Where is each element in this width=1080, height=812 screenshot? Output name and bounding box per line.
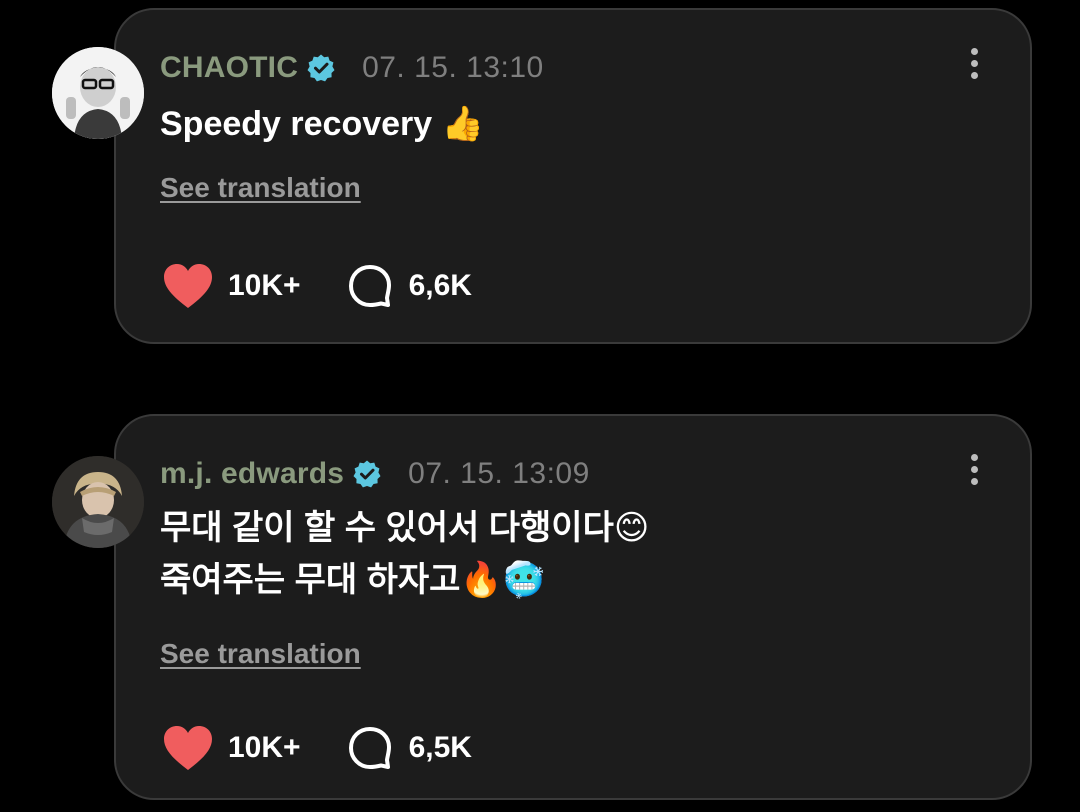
username[interactable]: m.j. edwards [160, 457, 344, 491]
comment-card: m.j. edwards 07. 15. 13:09 무대 같이 할 수 있어서… [114, 414, 1032, 800]
comment-line: 무대 같이 할 수 있어서 다행이다😊 [160, 509, 650, 547]
comment-bubble-icon [348, 727, 391, 769]
like-button[interactable]: 10K+ [162, 262, 301, 310]
comment-header: CHAOTIC 07. 15. 13:10 [160, 50, 544, 86]
post-1: CHAOTIC 07. 15. 13:10 Speedy recovery 👍 … [0, 0, 1080, 360]
comment-stats: 10K+ 6,5K [162, 724, 472, 772]
timestamp: 07. 15. 13:10 [362, 51, 544, 84]
kebab-dot [970, 60, 978, 67]
verified-badge-icon [307, 54, 335, 82]
comment-line: 죽여주는 무대 하자고🔥🥶 [160, 561, 546, 599]
kebab-dot [970, 72, 978, 79]
reply-button[interactable]: 6,6K [347, 263, 472, 309]
comment-bubble-icon [348, 265, 391, 307]
see-translation-link[interactable]: See translation [160, 172, 361, 204]
verified-badge-icon [353, 460, 381, 488]
comment-text: Speedy recovery 👍 [160, 98, 484, 150]
heart-icon [164, 726, 212, 770]
timestamp: 07. 15. 13:09 [408, 457, 590, 490]
kebab-dot [970, 454, 978, 461]
like-count: 10K+ [228, 731, 301, 764]
see-translation-link[interactable]: See translation [160, 638, 361, 670]
avatar-image [52, 47, 144, 139]
more-options-button[interactable] [968, 454, 980, 490]
reply-button[interactable]: 6,5K [347, 725, 472, 771]
like-button[interactable]: 10K+ [162, 724, 301, 772]
comment-text: 무대 같이 할 수 있어서 다행이다😊 죽여주는 무대 하자고🔥🥶 [160, 502, 649, 606]
comment-line: Speedy recovery 👍 [160, 105, 484, 143]
avatar[interactable] [52, 456, 144, 548]
comment-count: 6,6K [408, 269, 472, 302]
like-count: 10K+ [228, 269, 301, 302]
kebab-dot [970, 48, 978, 55]
more-options-button[interactable] [968, 48, 980, 84]
avatar[interactable] [52, 47, 144, 139]
comment-count: 6,5K [408, 731, 472, 764]
kebab-dot [970, 466, 978, 473]
comment-card: CHAOTIC 07. 15. 13:10 Speedy recovery 👍 … [114, 8, 1032, 344]
comment-stats: 10K+ 6,6K [162, 262, 472, 310]
heart-icon [164, 264, 212, 308]
post-2: m.j. edwards 07. 15. 13:09 무대 같이 할 수 있어서… [0, 405, 1080, 812]
kebab-dot [970, 478, 978, 485]
comment-header: m.j. edwards 07. 15. 13:09 [160, 456, 590, 492]
username[interactable]: CHAOTIC [160, 51, 298, 85]
avatar-image [52, 456, 144, 548]
